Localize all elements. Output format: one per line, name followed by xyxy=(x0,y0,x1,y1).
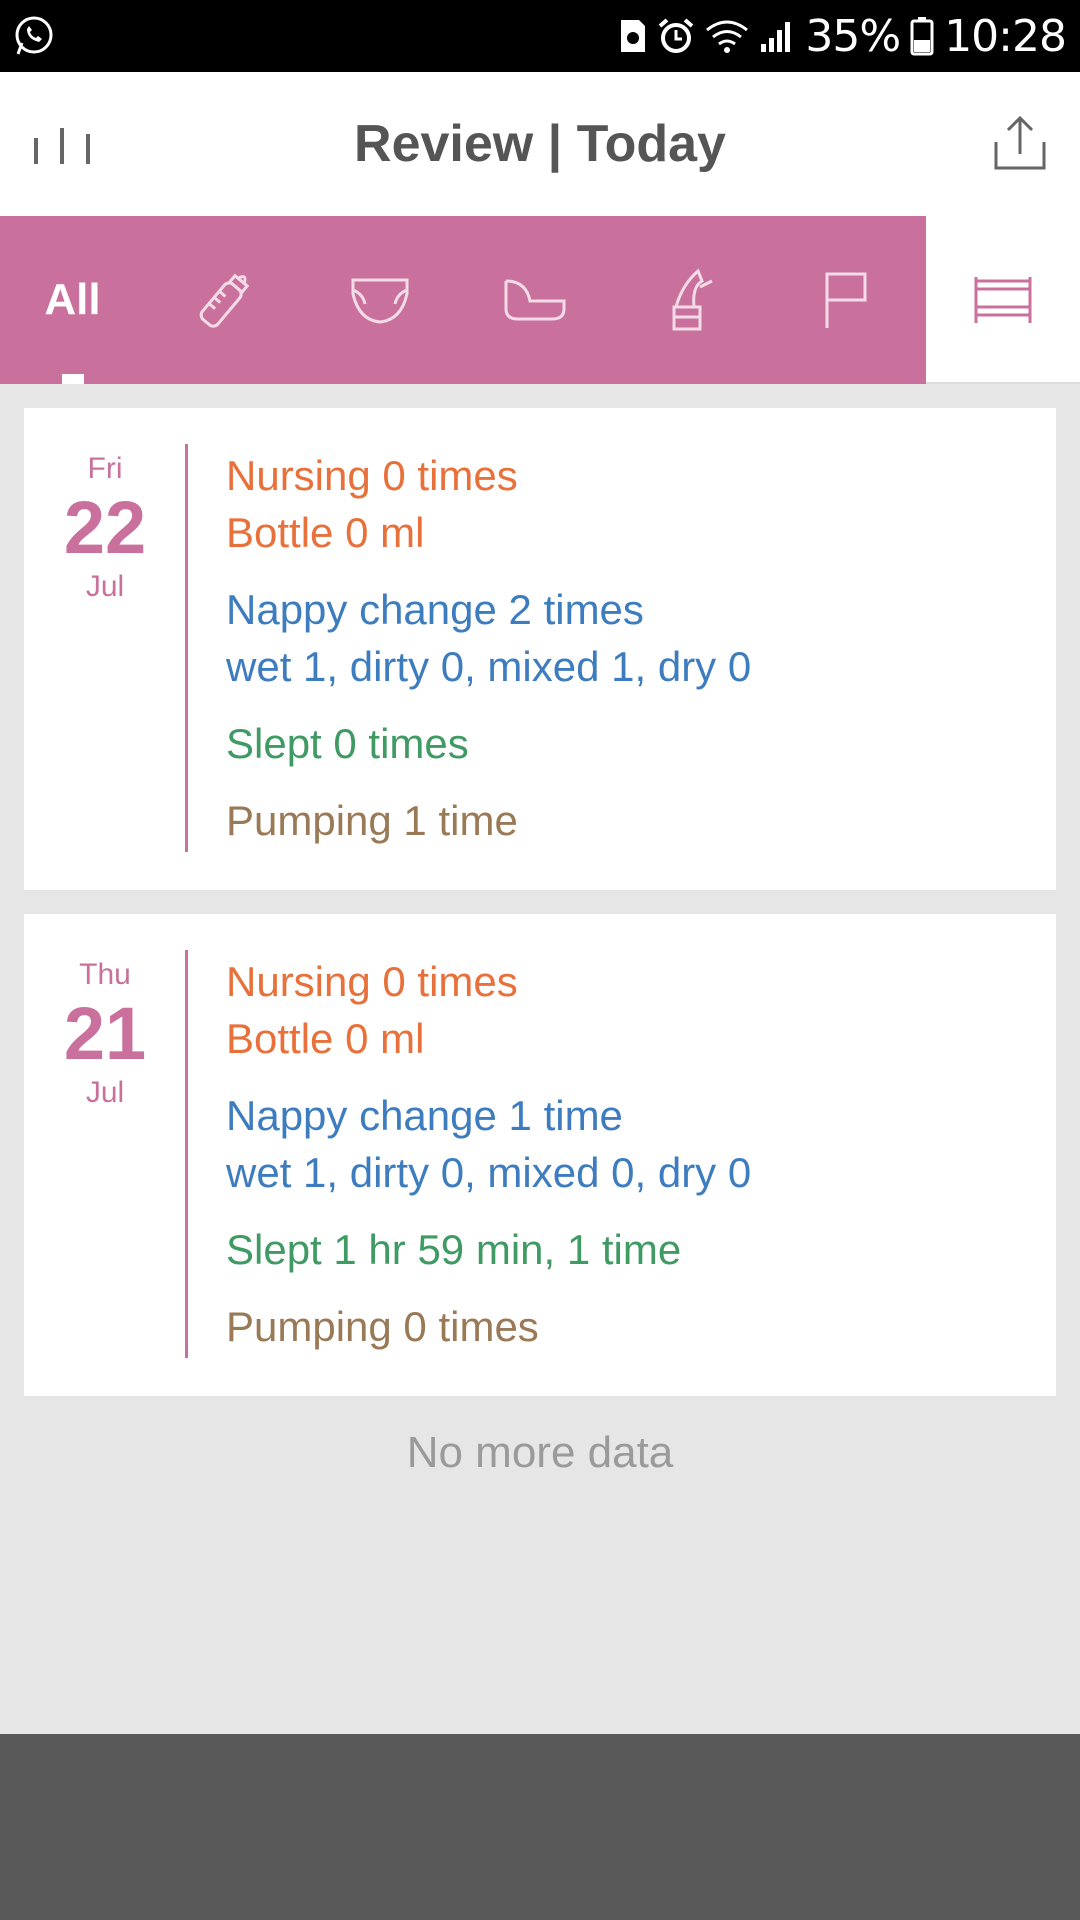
tab-diaper[interactable] xyxy=(340,216,420,384)
tab-strip xyxy=(0,216,926,384)
no-more-data-label: No more data xyxy=(406,1428,674,1477)
tab-sleep[interactable] xyxy=(926,216,1080,384)
tab-all[interactable]: All xyxy=(20,216,125,384)
tab-bath[interactable] xyxy=(495,216,575,384)
whatsapp-icon xyxy=(12,14,56,58)
share-icon[interactable] xyxy=(990,114,1050,174)
battery-percent: 35% xyxy=(805,10,901,62)
signal-icon xyxy=(759,14,795,58)
divider xyxy=(185,444,188,852)
pump-icon xyxy=(672,268,713,331)
battery-icon xyxy=(910,14,934,58)
sleep-summary: Slept 1 hr 59 min, 1 time xyxy=(226,1226,682,1273)
sim-icon xyxy=(619,14,647,58)
bottom-panel xyxy=(0,1734,1080,1920)
pumping-summary: Pumping 0 times xyxy=(226,1303,539,1350)
bottle-summary: Bottle 0 ml xyxy=(226,509,425,556)
month: Jul xyxy=(85,570,125,603)
date-block: Thu 21 Jul xyxy=(24,914,186,1110)
day-number: 22 xyxy=(63,486,147,569)
month: Jul xyxy=(85,1076,125,1109)
day-number: 21 xyxy=(63,992,147,1075)
nursing-summary: Nursing 0 times xyxy=(226,452,518,499)
divider xyxy=(185,950,188,1358)
bottle-icon xyxy=(199,273,250,328)
day-card[interactable]: Thu 21 Jul Nursing 0 times Bottle 0 ml N… xyxy=(24,914,1056,1396)
tab-flag[interactable] xyxy=(805,216,885,384)
tab-pump[interactable] xyxy=(650,216,730,384)
day-of-week: Thu xyxy=(79,958,131,991)
category-tabs: All xyxy=(0,216,1080,384)
nursing-summary: Nursing 0 times xyxy=(226,958,518,1005)
nappy-summary: Nappy change 2 times xyxy=(226,586,644,633)
nappy-detail: wet 1, dirty 0, mixed 0, dry 0 xyxy=(226,1149,752,1196)
app-bar: Review | Today xyxy=(0,72,1080,216)
bottle-summary: Bottle 0 ml xyxy=(226,1015,425,1062)
status-bar: 35% 10:28 xyxy=(0,0,1080,72)
tab-bottle[interactable] xyxy=(185,216,265,384)
diaper-icon xyxy=(351,278,409,324)
date-block: Fri 22 Jul xyxy=(24,408,186,604)
flag-icon xyxy=(825,272,867,328)
alarm-icon xyxy=(657,14,695,58)
nappy-detail: wet 1, dirty 0, mixed 1, dry 0 xyxy=(226,643,752,690)
sleep-summary: Slept 0 times xyxy=(226,720,469,767)
tab-selected-indicator xyxy=(62,374,84,384)
bath-icon xyxy=(504,279,566,321)
pumping-summary: Pumping 1 time xyxy=(226,797,518,844)
day-of-week: Fri xyxy=(87,452,123,485)
page-title: Review | Today xyxy=(354,115,726,173)
wifi-icon xyxy=(705,14,749,58)
clock: 10:28 xyxy=(944,10,1067,62)
nappy-summary: Nappy change 1 time xyxy=(226,1092,623,1139)
day-card[interactable]: Fri 22 Jul Nursing 0 times Bottle 0 ml N… xyxy=(24,408,1056,890)
bed-icon xyxy=(974,277,1032,323)
tab-all-label: All xyxy=(44,275,101,324)
